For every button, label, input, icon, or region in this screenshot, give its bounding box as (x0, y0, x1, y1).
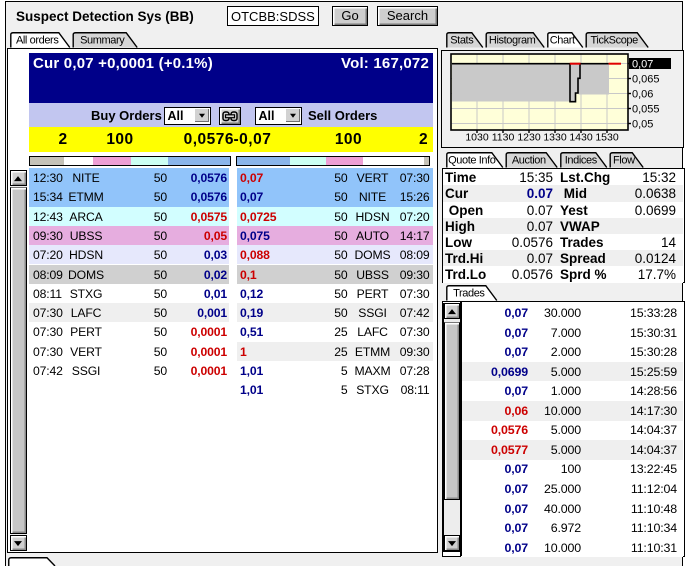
svg-text:Histogram: Histogram (489, 35, 536, 47)
svg-text:1030: 1030 (465, 132, 489, 144)
svg-text:Stats: Stats (450, 35, 474, 47)
svg-text:Quote Info: Quote Info (448, 155, 496, 167)
svg-text:All orders: All orders (16, 35, 59, 47)
svg-text:Flow: Flow (613, 155, 635, 167)
svg-text:1130: 1130 (492, 132, 515, 144)
svg-text:Trades: Trades (453, 288, 485, 300)
svg-text:Summary: Summary (80, 35, 125, 47)
svg-text:1530: 1530 (595, 132, 619, 144)
svg-text:0,065: 0,065 (632, 74, 660, 86)
svg-text:Chart: Chart (550, 35, 575, 47)
svg-text:0,07: 0,07 (632, 59, 653, 71)
svg-text:Indices: Indices (565, 155, 598, 167)
svg-text:TickScope: TickScope (591, 35, 639, 47)
svg-text:0,055: 0,055 (632, 104, 660, 116)
svg-text:0,06: 0,06 (632, 89, 653, 101)
svg-text:Auction: Auction (512, 155, 546, 167)
svg-text:1230: 1230 (517, 132, 541, 144)
svg-text:1430: 1430 (569, 132, 593, 144)
svg-text:0,05: 0,05 (632, 119, 653, 131)
svg-text:1330: 1330 (543, 132, 567, 144)
